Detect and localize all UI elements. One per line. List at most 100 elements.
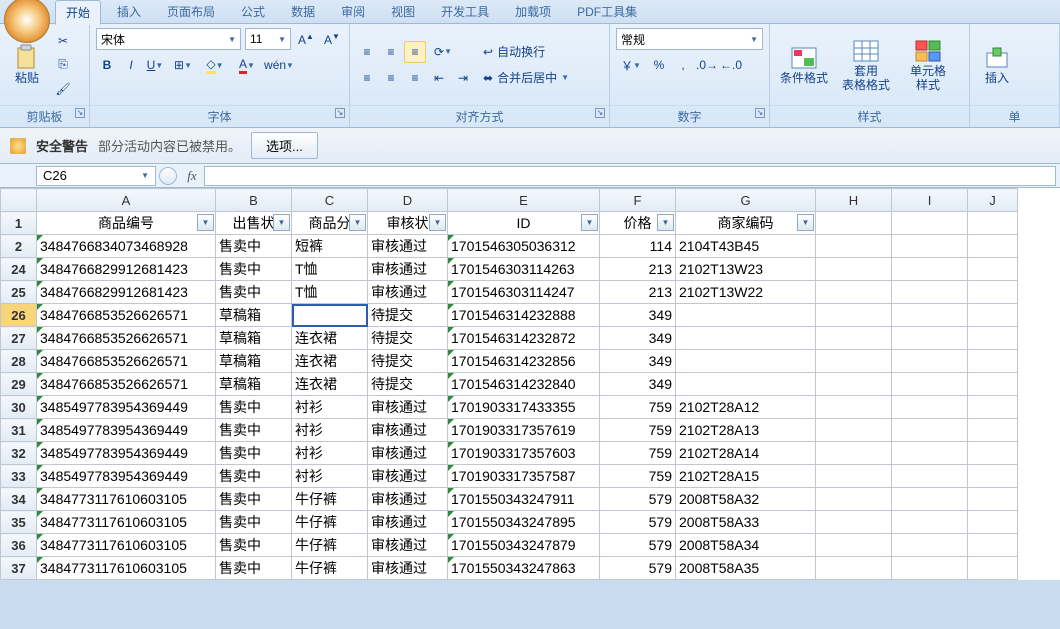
table-header[interactable]: 商品编号▼ bbox=[37, 212, 216, 235]
cell[interactable]: 草稿箱 bbox=[216, 350, 292, 373]
row-header[interactable]: 37 bbox=[1, 557, 37, 580]
cell[interactable] bbox=[816, 465, 892, 488]
cell[interactable] bbox=[892, 534, 968, 557]
table-header[interactable]: 出售状▼ bbox=[216, 212, 292, 235]
cell[interactable]: 售卖中 bbox=[216, 557, 292, 580]
cell[interactable] bbox=[892, 373, 968, 396]
cell[interactable]: 待提交 bbox=[368, 350, 448, 373]
cell-styles-button[interactable]: 单元格 样式 bbox=[900, 30, 956, 100]
align-center-button[interactable]: ≡ bbox=[380, 67, 402, 89]
col-header-F[interactable]: F bbox=[600, 189, 676, 212]
cell[interactable]: 审核通过 bbox=[368, 281, 448, 304]
dialog-launcher[interactable]: ↘ bbox=[595, 108, 605, 118]
cell[interactable]: 3484766853526626571 bbox=[37, 373, 216, 396]
tab-审阅[interactable]: 审阅 bbox=[331, 0, 375, 23]
cell[interactable] bbox=[968, 281, 1018, 304]
cell[interactable] bbox=[816, 281, 892, 304]
cell[interactable] bbox=[968, 350, 1018, 373]
cell[interactable]: 1701546314232888 bbox=[448, 304, 600, 327]
cell[interactable]: T恤 bbox=[292, 281, 368, 304]
cell[interactable]: 3484773117610603105 bbox=[37, 488, 216, 511]
cell[interactable] bbox=[816, 534, 892, 557]
security-options-button[interactable]: 选项... bbox=[251, 132, 318, 159]
cell[interactable] bbox=[892, 327, 968, 350]
accounting-button[interactable]: ￥▼ bbox=[616, 54, 646, 76]
tab-开始[interactable]: 开始 bbox=[55, 0, 101, 25]
tab-页面布局[interactable]: 页面布局 bbox=[157, 0, 225, 23]
row-header[interactable]: 2 bbox=[1, 235, 37, 258]
cell[interactable] bbox=[892, 304, 968, 327]
cell[interactable]: 3485497783954369449 bbox=[37, 419, 216, 442]
cell[interactable]: T恤 bbox=[292, 258, 368, 281]
bold-button[interactable]: B bbox=[96, 54, 118, 76]
cell[interactable] bbox=[892, 488, 968, 511]
cell[interactable] bbox=[816, 419, 892, 442]
cell[interactable]: 牛仔裤 bbox=[292, 534, 368, 557]
cell[interactable]: 1701546303114247 bbox=[448, 281, 600, 304]
col-header-G[interactable]: G bbox=[676, 189, 816, 212]
format-as-table-button[interactable]: 套用 表格格式 bbox=[836, 30, 896, 100]
cell[interactable]: 售卖中 bbox=[216, 488, 292, 511]
cell[interactable] bbox=[816, 442, 892, 465]
cell[interactable] bbox=[892, 350, 968, 373]
cell[interactable]: 2008T58A35 bbox=[676, 557, 816, 580]
underline-button[interactable]: U▼ bbox=[144, 54, 166, 76]
cell[interactable]: 3484773117610603105 bbox=[37, 557, 216, 580]
cell[interactable]: 1701550343247911 bbox=[448, 488, 600, 511]
cell[interactable]: 3484766829912681423 bbox=[37, 281, 216, 304]
insert-cells-button[interactable]: 插入 bbox=[976, 30, 1018, 100]
cell[interactable]: 审核通过 bbox=[368, 396, 448, 419]
cell[interactable]: 1701903317357619 bbox=[448, 419, 600, 442]
align-middle-button[interactable]: ≡ bbox=[380, 41, 402, 63]
cell[interactable] bbox=[816, 327, 892, 350]
align-left-button[interactable]: ≡ bbox=[356, 67, 378, 89]
cell[interactable]: 579 bbox=[600, 511, 676, 534]
cell[interactable]: 牛仔裤 bbox=[292, 511, 368, 534]
row-header[interactable]: 35 bbox=[1, 511, 37, 534]
cell[interactable]: 审核通过 bbox=[368, 557, 448, 580]
cell[interactable]: 售卖中 bbox=[216, 396, 292, 419]
cell[interactable]: 连衣裙 bbox=[292, 373, 368, 396]
comma-button[interactable]: , bbox=[672, 54, 694, 76]
cell[interactable]: 3485497783954369449 bbox=[37, 465, 216, 488]
cell[interactable]: 2104T43B45 bbox=[676, 235, 816, 258]
cell[interactable] bbox=[968, 304, 1018, 327]
filter-button[interactable]: ▼ bbox=[197, 214, 214, 231]
cell[interactable]: 衬衫 bbox=[292, 419, 368, 442]
cell[interactable]: 草稿箱 bbox=[216, 373, 292, 396]
row-header[interactable]: 29 bbox=[1, 373, 37, 396]
cell[interactable]: 连衣裙 bbox=[292, 350, 368, 373]
cell[interactable]: 衬衫 bbox=[292, 442, 368, 465]
cell[interactable]: 售卖中 bbox=[216, 534, 292, 557]
cell[interactable] bbox=[676, 304, 816, 327]
cell[interactable]: 759 bbox=[600, 465, 676, 488]
cell[interactable]: 审核通过 bbox=[368, 488, 448, 511]
dec-decimal-button[interactable]: ←.0 bbox=[720, 54, 742, 76]
cell[interactable]: 审核通过 bbox=[368, 258, 448, 281]
cell[interactable]: 2008T58A33 bbox=[676, 511, 816, 534]
cell[interactable] bbox=[892, 258, 968, 281]
dialog-launcher[interactable]: ↘ bbox=[75, 108, 85, 118]
cell[interactable]: 草稿箱 bbox=[216, 327, 292, 350]
tab-加载项[interactable]: 加载项 bbox=[505, 0, 561, 23]
filter-button[interactable]: ▼ bbox=[429, 214, 446, 231]
cell[interactable]: 3484766834073468928 bbox=[37, 235, 216, 258]
cell[interactable]: 759 bbox=[600, 396, 676, 419]
cell[interactable]: 1701550343247895 bbox=[448, 511, 600, 534]
align-bottom-button[interactable]: ≡ bbox=[404, 41, 426, 63]
cell[interactable] bbox=[968, 419, 1018, 442]
dec-indent-button[interactable]: ⇤ bbox=[428, 67, 450, 89]
dialog-launcher[interactable]: ↘ bbox=[755, 108, 765, 118]
inc-indent-button[interactable]: ⇥ bbox=[452, 67, 474, 89]
cell[interactable]: 审核通过 bbox=[368, 419, 448, 442]
col-header-C[interactable]: C bbox=[292, 189, 368, 212]
cell[interactable]: 1701546314232856 bbox=[448, 350, 600, 373]
fill-color-button[interactable]: ◇▼ bbox=[200, 54, 230, 76]
inc-decimal-button[interactable]: .0→ bbox=[696, 54, 718, 76]
row-header[interactable]: 32 bbox=[1, 442, 37, 465]
cell[interactable]: 售卖中 bbox=[216, 281, 292, 304]
table-header[interactable] bbox=[892, 212, 968, 235]
grow-font-button[interactable]: A▲ bbox=[295, 28, 317, 50]
cell[interactable]: 1701903317357603 bbox=[448, 442, 600, 465]
cell[interactable]: 3484766853526626571 bbox=[37, 327, 216, 350]
